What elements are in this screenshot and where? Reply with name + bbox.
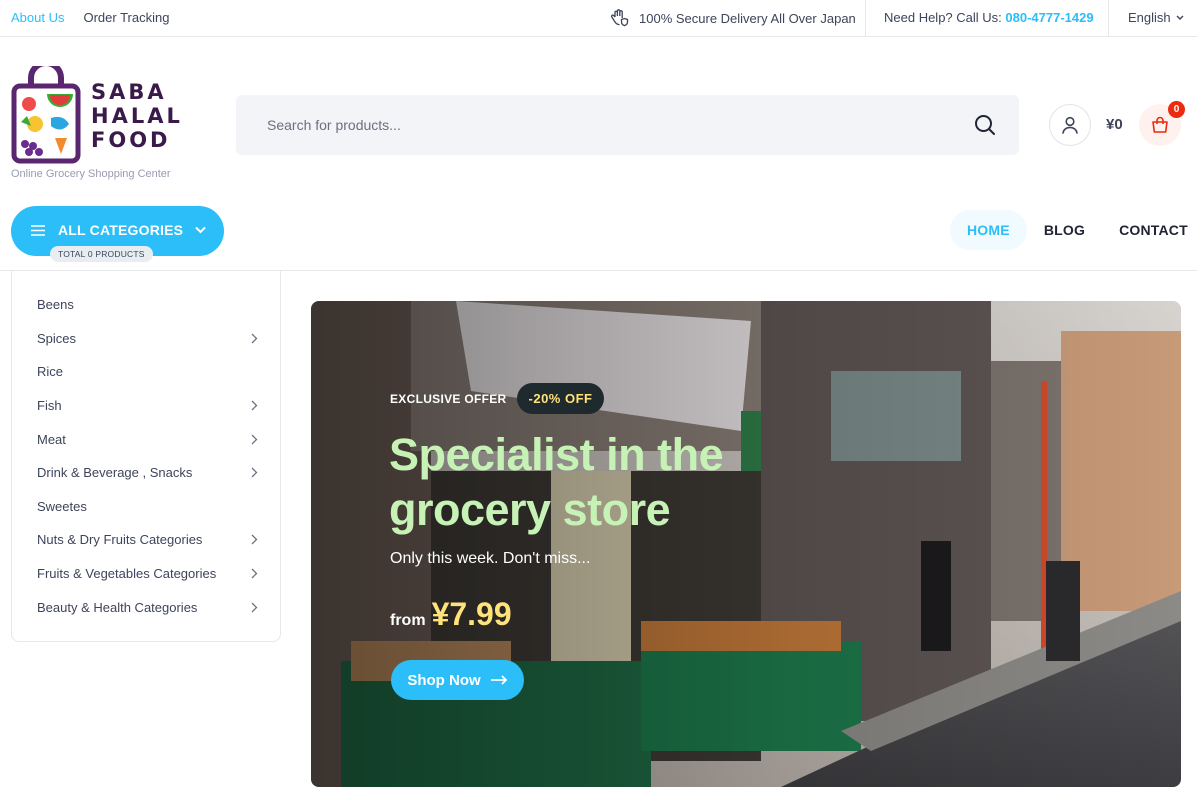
category-list: Beens Spices Rice Fish Meat Drink & Beverage … bbox=[12, 270, 280, 624]
about-us-link[interactable]: About Us bbox=[11, 10, 64, 25]
main-nav: HOME BLOG CONTACT bbox=[950, 210, 1197, 250]
hero-subtitle: Only this week. Don't miss... bbox=[390, 550, 591, 567]
hero-title: Specialist in the grocery store bbox=[389, 429, 724, 535]
order-tracking-link[interactable]: Order Tracking bbox=[83, 10, 169, 25]
sidebar-category-label: Rice bbox=[37, 364, 64, 380]
offer-label: EXCLUSIVE OFFER bbox=[390, 391, 507, 406]
divider bbox=[1108, 0, 1109, 37]
sidebar-category-item[interactable]: Beens bbox=[12, 288, 280, 322]
chevron-right-icon bbox=[251, 434, 258, 445]
help-label: Need Help? Call Us: bbox=[884, 10, 1002, 25]
sidebar-category-label: Spices bbox=[37, 330, 77, 346]
secure-delivery: 100% Secure Delivery All Over Japan bbox=[610, 8, 856, 28]
language-selector[interactable]: English bbox=[1128, 10, 1184, 25]
chevron-down-icon bbox=[1176, 15, 1184, 20]
all-categories-label: ALL CATEGORIES bbox=[58, 222, 184, 238]
hero-price: from ¥7.99 bbox=[390, 596, 512, 633]
cart-button[interactable]: 0 bbox=[1139, 101, 1185, 146]
user-icon bbox=[1062, 116, 1078, 134]
chevron-right-icon bbox=[251, 602, 258, 613]
sidebar-category-label: Drink & Beverage , Snacks bbox=[37, 465, 193, 481]
total-products-badge: TOTAL 0 PRODUCTS bbox=[50, 246, 153, 262]
chevron-down-icon bbox=[195, 226, 206, 234]
search-bar bbox=[236, 95, 1019, 155]
sidebar-category-item[interactable]: Sweetes bbox=[12, 490, 280, 524]
brand-line: HALAL bbox=[91, 104, 183, 128]
nav-blog[interactable]: BLOG bbox=[1027, 210, 1102, 250]
nav-contact[interactable]: CONTACT bbox=[1102, 210, 1197, 250]
sidebar-category-item[interactable]: Fish bbox=[12, 389, 280, 423]
secure-delivery-text: 100% Secure Delivery All Over Japan bbox=[639, 10, 856, 26]
cart-count-badge: 0 bbox=[1168, 101, 1185, 118]
sidebar-category-label: Meat bbox=[37, 431, 66, 447]
search-icon[interactable] bbox=[973, 113, 997, 137]
language-label: English bbox=[1128, 10, 1171, 25]
sidebar-category-label: Fruits & Vegetables Categories bbox=[37, 566, 217, 582]
shopping-bag-icon bbox=[1152, 116, 1168, 133]
sidebar-category-label: Sweetes bbox=[37, 498, 87, 514]
category-sidebar: Beens Spices Rice Fish Meat Drink & Beverage … bbox=[11, 270, 281, 642]
chevron-right-icon bbox=[251, 534, 258, 545]
nav-home[interactable]: HOME bbox=[950, 210, 1027, 250]
offer-row: EXCLUSIVE OFFER -20% OFF bbox=[390, 383, 605, 414]
brand-tagline: Online Grocery Shopping Center bbox=[11, 168, 171, 180]
price-value: ¥7.99 bbox=[431, 596, 512, 632]
search-input[interactable] bbox=[236, 95, 956, 155]
top-links: About Us Order Tracking bbox=[11, 10, 169, 25]
price-prefix: from bbox=[390, 612, 426, 629]
sidebar-category-item[interactable]: Drink & Beverage , Snacks bbox=[12, 456, 280, 490]
shop-now-button[interactable]: Shop Now bbox=[391, 660, 524, 700]
menu-icon bbox=[31, 225, 45, 236]
cart-total[interactable]: ¥0 bbox=[1106, 116, 1123, 133]
sidebar-category-label: Beauty & Health Categories bbox=[37, 599, 198, 615]
chevron-right-icon bbox=[251, 333, 258, 344]
sidebar-category-item[interactable]: Beauty & Health Categories bbox=[12, 590, 280, 624]
top-bar: About Us Order Tracking 100% Secure Deli… bbox=[0, 0, 1197, 37]
help-phone[interactable]: 080-4777-1429 bbox=[1005, 10, 1093, 25]
sidebar-category-label: Beens bbox=[37, 297, 74, 313]
sidebar-category-item[interactable]: Meat bbox=[12, 422, 280, 456]
logo-bag-icon[interactable] bbox=[11, 66, 81, 164]
hero-street-image bbox=[311, 301, 1181, 787]
sidebar-category-item[interactable]: Spices bbox=[12, 322, 280, 356]
arrow-right-icon bbox=[490, 675, 507, 685]
sidebar-category-label: Fish bbox=[37, 398, 62, 414]
brand-line: FOOD bbox=[91, 128, 171, 152]
divider bbox=[865, 0, 866, 37]
sidebar-category-label: Nuts & Dry Fruits Categories bbox=[37, 532, 203, 548]
shop-now-label: Shop Now bbox=[407, 671, 481, 689]
discount-badge: -20% OFF bbox=[516, 383, 605, 414]
sidebar-category-item[interactable]: Rice bbox=[12, 355, 280, 389]
chevron-right-icon bbox=[251, 467, 258, 478]
sidebar-category-item[interactable]: Nuts & Dry Fruits Categories bbox=[12, 523, 280, 557]
hand-shield-icon bbox=[611, 9, 629, 27]
brand-name[interactable]: SABA HALAL FOOD bbox=[91, 80, 183, 152]
brand-line: SABA bbox=[91, 80, 167, 104]
sidebar-category-item[interactable]: Fruits & Vegetables Categories bbox=[12, 557, 280, 591]
hero-banner: EXCLUSIVE OFFER -20% OFF Specialist in t… bbox=[311, 301, 1181, 787]
chevron-right-icon bbox=[251, 400, 258, 411]
chevron-right-icon bbox=[251, 568, 258, 579]
account-button[interactable] bbox=[1049, 104, 1091, 146]
help-line: Need Help? Call Us: 080-4777-1429 bbox=[884, 10, 1094, 25]
